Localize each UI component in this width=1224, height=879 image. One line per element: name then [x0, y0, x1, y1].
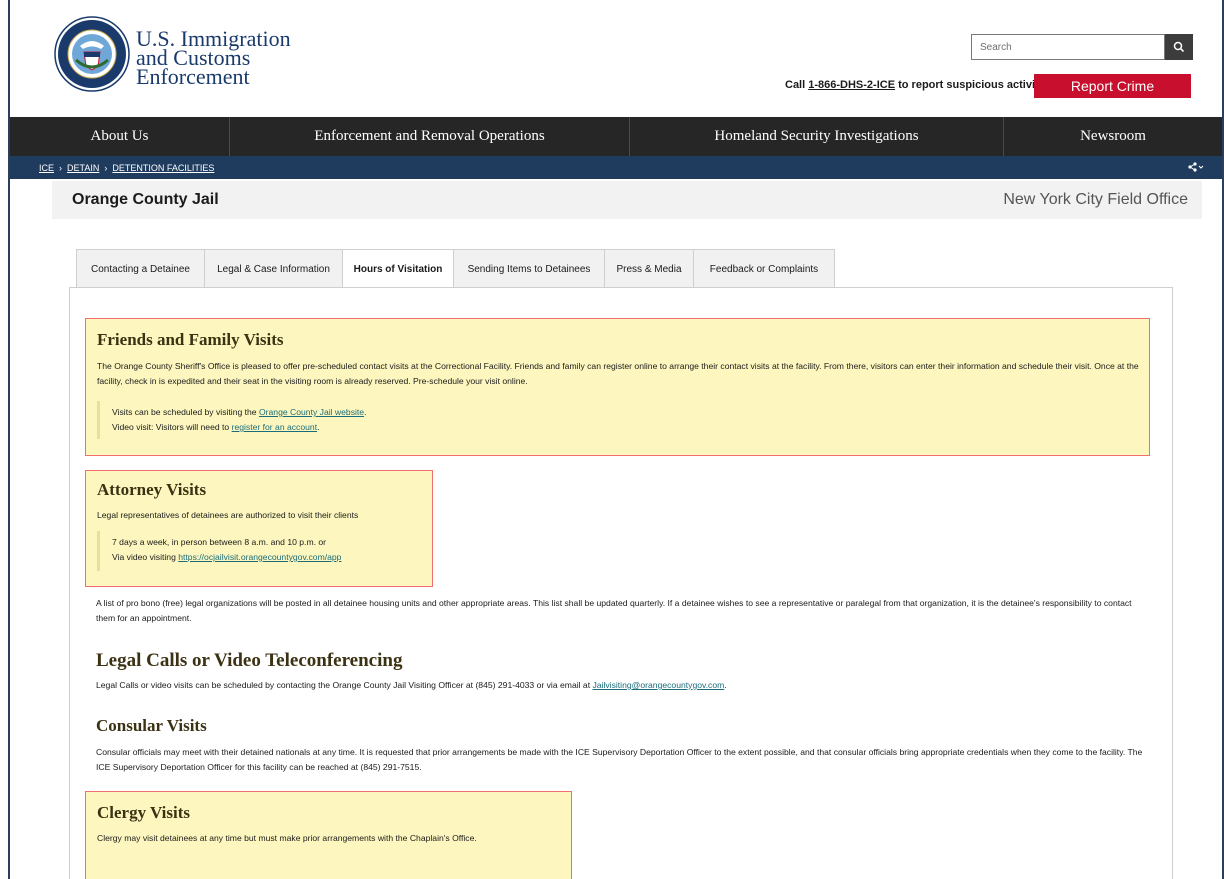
legal-calls-prefix: Legal Calls or video visits can be sched…: [96, 680, 593, 690]
attorney-hours-line: 7 days a week, in person between 8 a.m. …: [112, 537, 327, 547]
report-phone-link[interactable]: 1-866-DHS-2-ICE: [808, 79, 895, 91]
field-office-label: New York City Field Office: [1003, 191, 1188, 208]
attorney-visits-quote: 7 days a week, in person between 8 a.m. …: [97, 531, 427, 571]
breadcrumb-separator: ›: [59, 162, 63, 173]
ocjail-visit-link[interactable]: https://ocjailvisit.orangecountygov.com/…: [178, 552, 341, 562]
agency-name-line-3: Enforcement: [136, 64, 250, 89]
legal-calls-body: Legal Calls or video visits can be sched…: [96, 678, 1146, 693]
page-title: Orange County Jail: [72, 191, 219, 208]
site-header: U.S. Immigration and Customs Enforcement…: [10, 0, 1222, 117]
friends-family-body: The Orange County Sheriff's Office is pl…: [97, 361, 1139, 386]
clergy-visits-section: Clergy Visits Clergy may visit detainees…: [85, 791, 572, 879]
tab-contacting-a-detainee[interactable]: Contacting a Detainee: [76, 249, 205, 288]
clergy-visits-heading: Clergy Visits: [97, 803, 191, 822]
search-button[interactable]: [1165, 34, 1193, 60]
report-activity-text: Call 1-866-DHS-2-ICE to report suspiciou…: [785, 79, 1045, 91]
consular-visits-body: Consular officials may meet with their d…: [96, 747, 1143, 772]
legal-calls-suffix: .: [724, 680, 727, 690]
tab-press-media[interactable]: Press & Media: [604, 249, 694, 288]
pro-bono-text: A list of pro bono (free) legal organiza…: [96, 598, 1132, 623]
consular-visits-heading: Consular Visits: [96, 716, 207, 735]
video-visit-prefix: Video visit: Visitors will need to: [112, 422, 232, 432]
attorney-video-prefix: Via video visiting: [112, 552, 179, 562]
friends-family-section: Friends and Family Visits The Orange Cou…: [85, 318, 1150, 456]
attorney-video-line: Via video visiting https://ocjailvisit.o…: [112, 550, 427, 565]
nav-item-about-us[interactable]: About Us: [10, 117, 230, 156]
facility-tabs: Contacting a Detainee Legal & Case Infor…: [76, 249, 835, 289]
breadcrumb-separator: ›: [104, 162, 108, 173]
attorney-visits-section: Attorney Visits Legal representatives of…: [85, 470, 433, 587]
jail-website-link[interactable]: Orange County Jail website: [259, 407, 364, 417]
report-prefix: Call: [785, 79, 809, 91]
search-icon: [1173, 41, 1185, 53]
search-field: [971, 34, 1165, 60]
video-visit-line: Video visit: Visitors will need to regis…: [112, 420, 697, 435]
visit-schedule-line: Visits can be scheduled by visiting the …: [112, 405, 697, 420]
report-crime-button[interactable]: Report Crime: [1034, 74, 1191, 98]
report-suffix: to report suspicious activity: [895, 79, 1045, 91]
tab-feedback-complaints[interactable]: Feedback or Complaints: [693, 249, 835, 288]
tab-sending-items[interactable]: Sending Items to Detainees: [453, 249, 605, 288]
register-account-link[interactable]: register for an account: [232, 422, 318, 432]
attorney-visits-body: Legal representatives of detainees are a…: [97, 510, 359, 520]
video-visit-suffix: .: [317, 422, 320, 432]
nav-item-ero[interactable]: Enforcement and Removal Operations: [230, 117, 630, 156]
visit-schedule-prefix: Visits can be scheduled by visiting the: [112, 407, 259, 417]
clergy-visits-body: Clergy may visit detainees at any time b…: [97, 833, 477, 843]
main-nav: About Us Enforcement and Removal Operati…: [10, 117, 1222, 156]
breadcrumb-ice[interactable]: ICE: [39, 163, 54, 173]
nav-item-hsi[interactable]: Homeland Security Investigations: [630, 117, 1004, 156]
tab-hours-of-visitation[interactable]: Hours of Visitation: [342, 249, 454, 289]
breadcrumb: ICE › DETAIN › DETENTION FACILITIES: [10, 156, 1222, 179]
share-icon[interactable]: [1188, 162, 1204, 172]
jail-visiting-email-link[interactable]: Jailvisiting@orangecountygov.com: [592, 680, 724, 690]
attorney-visits-heading: Attorney Visits: [97, 480, 207, 499]
legal-calls-heading: Legal Calls or Video Teleconferencing: [96, 650, 403, 671]
breadcrumb-detain[interactable]: DETAIN: [67, 163, 99, 173]
search-input[interactable]: [972, 35, 1164, 59]
agency-name[interactable]: U.S. Immigration and Customs Enforcement: [136, 28, 291, 89]
nav-item-newsroom[interactable]: Newsroom: [1004, 117, 1222, 156]
breadcrumb-detention-facilities[interactable]: DETENTION FACILITIES: [112, 163, 214, 173]
dhs-seal-icon[interactable]: [54, 16, 130, 92]
friends-family-quote: Visits can be scheduled by visiting the …: [97, 401, 697, 439]
page-title-bar: Orange County Jail New York City Field O…: [52, 181, 1202, 219]
visit-schedule-suffix: .: [364, 407, 367, 417]
tab-legal-case-information[interactable]: Legal & Case Information: [204, 249, 343, 288]
friends-family-heading: Friends and Family Visits: [97, 330, 284, 349]
